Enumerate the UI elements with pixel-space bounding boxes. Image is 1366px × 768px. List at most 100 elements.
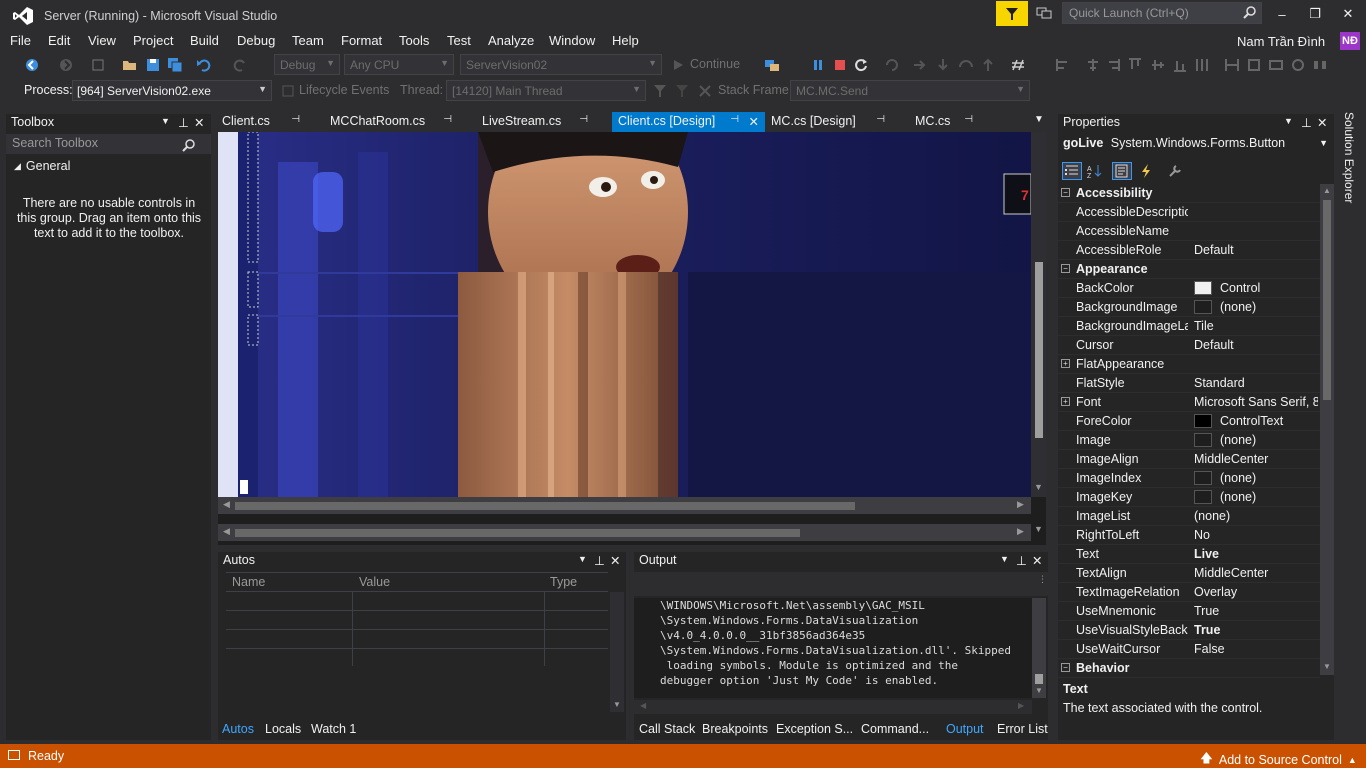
scrollbar-thumb[interactable]: [235, 529, 800, 537]
menu-analyze[interactable]: Analyze: [488, 33, 534, 48]
process-icon[interactable]: [764, 57, 780, 73]
property-value[interactable]: False: [1194, 642, 1318, 656]
hex-display-icon[interactable]: [1010, 57, 1026, 73]
property-row[interactable]: TextImageRelation Overlay: [1058, 583, 1320, 602]
property-row[interactable]: Text Live: [1058, 545, 1320, 564]
restart-icon[interactable]: [853, 57, 869, 73]
property-value[interactable]: (none): [1194, 509, 1318, 523]
stack-frame-select[interactable]: MC.MC.Send ▼: [790, 80, 1030, 101]
break-all-icon[interactable]: [810, 57, 826, 73]
tab-autos[interactable]: Autos: [222, 722, 254, 736]
column-header-value[interactable]: Value: [359, 575, 390, 589]
object-selector[interactable]: goLive System.Windows.Forms.Button ▼: [1058, 134, 1334, 154]
add-to-source-control-button[interactable]: 🡅 Add to Source Control ▲: [1200, 749, 1357, 768]
scroll-left-icon[interactable]: ◀: [223, 526, 230, 537]
properties-view-icon[interactable]: [1112, 162, 1132, 180]
column-header-name[interactable]: Name: [232, 575, 265, 589]
property-row[interactable]: ImageIndex (none): [1058, 469, 1320, 488]
expand-icon[interactable]: +: [1061, 397, 1070, 406]
show-next-statement-icon[interactable]: [884, 57, 900, 73]
menu-team[interactable]: Team: [292, 33, 324, 48]
property-row[interactable]: AccessibleName: [1058, 222, 1320, 241]
property-row[interactable]: RightToLeft No: [1058, 526, 1320, 545]
property-category-row[interactable]: − Behavior: [1058, 659, 1320, 678]
pin-tab-icon[interactable]: ⊣: [291, 114, 300, 125]
close-icon[interactable]: ✕: [1032, 553, 1042, 568]
scroll-up-icon[interactable]: ▲: [1323, 186, 1331, 195]
property-row[interactable]: ImageList (none): [1058, 507, 1320, 526]
window-position-icon[interactable]: ▼: [161, 116, 170, 126]
tab-call-stack[interactable]: Call Stack: [639, 722, 695, 736]
collapse-icon[interactable]: −: [1061, 188, 1070, 197]
scroll-right-icon[interactable]: ▶: [1018, 701, 1024, 710]
tab-livestream-cs[interactable]: LiveStream.cs ⊣: [476, 112, 612, 132]
save-all-icon[interactable]: [167, 57, 183, 73]
events-lightning-icon[interactable]: [1138, 163, 1154, 179]
expand-icon[interactable]: +: [1061, 359, 1070, 368]
toolbox-group-general[interactable]: ◢ General: [14, 159, 70, 173]
scrollbar-thumb[interactable]: [235, 502, 855, 510]
property-category-row[interactable]: − Appearance: [1058, 260, 1320, 279]
property-row[interactable]: ImageAlign MiddleCenter: [1058, 450, 1320, 469]
menu-help[interactable]: Help: [612, 33, 639, 48]
save-icon[interactable]: [145, 57, 161, 73]
menu-format[interactable]: Format: [341, 33, 382, 48]
thread-select[interactable]: [14120] Main Thread ▼: [446, 80, 646, 101]
scrollbar-thumb[interactable]: [1035, 674, 1043, 684]
window-position-icon[interactable]: ▼: [578, 554, 587, 564]
close-icon[interactable]: ✕: [610, 553, 620, 568]
solution-explorer-tab[interactable]: Solution Explorer: [1340, 110, 1358, 210]
output-vertical-scrollbar[interactable]: ▼: [1032, 598, 1046, 698]
component-tray-horizontal-scrollbar[interactable]: ◀ ▶: [218, 524, 1031, 541]
property-row[interactable]: TextAlign MiddleCenter: [1058, 564, 1320, 583]
pin-icon[interactable]: ⊥: [594, 553, 605, 568]
property-row[interactable]: BackColor Control: [1058, 279, 1320, 298]
align-centers-icon[interactable]: [1085, 57, 1101, 73]
property-value[interactable]: MiddleCenter: [1194, 566, 1318, 580]
collapse-icon[interactable]: −: [1061, 264, 1070, 273]
step-out-icon[interactable]: [958, 57, 974, 73]
tab-mc-cs[interactable]: MC.cs ⊣: [909, 112, 1013, 132]
scroll-down-icon[interactable]: ▼: [1323, 662, 1331, 671]
step-up-icon[interactable]: [980, 57, 996, 73]
output-horizontal-scrollbar[interactable]: ◀ ▶: [634, 700, 1032, 714]
property-value[interactable]: Overlay: [1194, 585, 1318, 599]
scroll-left-icon[interactable]: ◀: [223, 499, 230, 510]
alphabetical-icon[interactable]: AZ: [1086, 163, 1102, 179]
design-surface[interactable]: 7: [218, 132, 1031, 497]
align-lefts-icon[interactable]: [1055, 57, 1071, 73]
output-text[interactable]: \WINDOWS\Microsoft.Net\assembly\GAC_MSIL…: [634, 598, 1032, 698]
tab-breakpoints[interactable]: Breakpoints: [702, 722, 768, 736]
property-row[interactable]: Cursor Default: [1058, 336, 1320, 355]
lifecycle-events-button[interactable]: Lifecycle Events: [299, 83, 389, 97]
property-value[interactable]: MiddleCenter: [1194, 452, 1318, 466]
close-icon[interactable]: ✕: [1317, 115, 1327, 130]
solution-configuration-select[interactable]: Debug ▼: [274, 54, 340, 75]
scroll-right-icon[interactable]: ▶: [1017, 526, 1024, 537]
pin-icon[interactable]: ⊥: [1301, 115, 1312, 130]
tab-watch-1[interactable]: Watch 1: [311, 722, 356, 736]
quick-launch-input[interactable]: Quick Launch (Ctrl+Q): [1062, 2, 1262, 24]
scroll-down-icon[interactable]: ▼: [1034, 482, 1043, 492]
make-same-width-icon[interactable]: [1224, 57, 1240, 73]
property-row[interactable]: UseMnemonic True: [1058, 602, 1320, 621]
solution-platform-select[interactable]: Any CPU ▼: [344, 54, 454, 75]
align-tops-icon[interactable]: [1127, 57, 1143, 73]
menu-view[interactable]: View: [88, 33, 116, 48]
continue-button[interactable]: Continue: [690, 57, 740, 71]
close-window-button[interactable]: ✕: [1331, 2, 1365, 26]
property-row[interactable]: ImageKey (none): [1058, 488, 1320, 507]
scrollbar-thumb[interactable]: [1323, 200, 1331, 400]
menu-debug[interactable]: Debug: [237, 33, 275, 48]
flag-filter-icon[interactable]: [652, 83, 668, 99]
property-row[interactable]: AccessibleDescription: [1058, 203, 1320, 222]
property-row[interactable]: Image (none): [1058, 431, 1320, 450]
new-project-icon[interactable]: [90, 57, 106, 73]
scroll-down-icon[interactable]: ▼: [613, 700, 621, 709]
tab-error-list[interactable]: Error List: [997, 722, 1048, 736]
maximize-button[interactable]: ❐: [1298, 2, 1332, 26]
stop-debugging-icon[interactable]: [832, 57, 848, 73]
property-row[interactable]: FlatStyle Standard: [1058, 374, 1320, 393]
continue-play-icon[interactable]: [670, 57, 686, 73]
user-avatar[interactable]: NĐ: [1340, 32, 1360, 50]
